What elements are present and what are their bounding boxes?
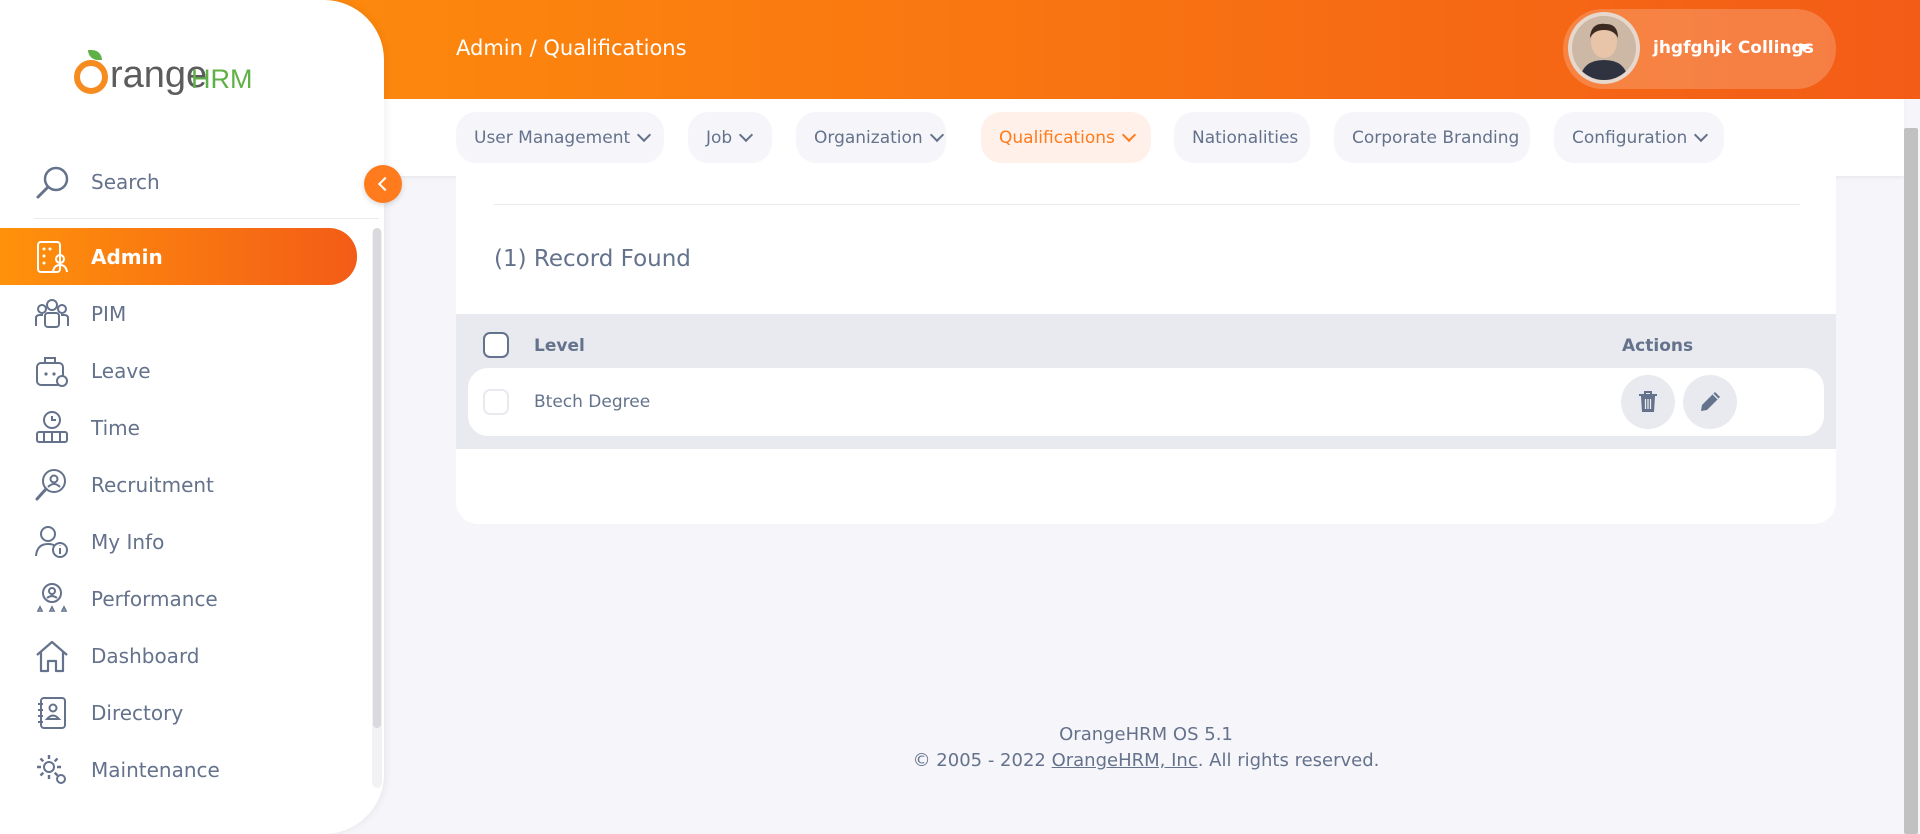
sidebar-item-label: Directory	[91, 700, 184, 725]
admin-icon	[37, 240, 68, 273]
orangehrm-link[interactable]: OrangeHRM, Inc	[1052, 750, 1198, 771]
column-header-level: Level	[534, 336, 585, 356]
copyright-prefix: © 2005 - 2022	[912, 750, 1052, 771]
breadcrumb: Admin / Qualifications	[456, 36, 687, 60]
chevron-down-icon	[739, 127, 754, 143]
sidebar-item-performance[interactable]: Performance	[0, 570, 357, 627]
footer-version: OrangeHRM OS 5.1	[1059, 724, 1233, 745]
tab-label: Organization	[814, 127, 923, 148]
caret-down-icon[interactable]	[1797, 44, 1811, 52]
sidebar-search-input[interactable]: Search	[91, 170, 160, 194]
sidebar-item-label: Time	[91, 415, 140, 440]
search-icon[interactable]	[34, 164, 72, 202]
tab-configuration[interactable]: Configuration	[1554, 112, 1724, 163]
sidebar-item-admin[interactable]: Admin	[0, 228, 357, 285]
cell-level: Btech Degree	[534, 392, 651, 412]
recruitment-icon	[35, 468, 66, 500]
sidebar-scrollbar-thumb[interactable]	[373, 228, 381, 728]
performance-icon	[36, 582, 68, 612]
page-scrollbar[interactable]	[1904, 128, 1918, 834]
tab-user-management[interactable]: User Management	[456, 112, 664, 163]
tab-corporate-branding[interactable]: Corporate Branding	[1334, 112, 1530, 163]
sidebar-item-pim[interactable]: PIM	[0, 285, 357, 342]
sidebar-item-label: Recruitment	[91, 472, 214, 497]
logo-text-hrm: HRM	[191, 64, 253, 94]
records-found: (1) Record Found	[494, 246, 691, 272]
tab-label: Qualifications	[999, 127, 1115, 148]
divider	[34, 218, 379, 219]
pencil-icon	[1701, 392, 1720, 411]
tab-label: Configuration	[1572, 127, 1688, 148]
myinfo-icon	[35, 525, 68, 558]
avatar[interactable]	[1568, 12, 1640, 84]
tab-nationalities[interactable]: Nationalities	[1174, 112, 1310, 163]
collapse-sidebar-button[interactable]	[364, 165, 402, 203]
tab-label: Nationalities	[1192, 127, 1299, 148]
avatar-image-icon	[1572, 16, 1636, 80]
sidebar-item-label: My Info	[91, 529, 165, 554]
tab-organization[interactable]: Organization	[796, 112, 946, 163]
chevron-down-icon	[1694, 127, 1709, 143]
chevron-down-icon	[1121, 127, 1136, 143]
trash-icon	[1639, 391, 1657, 412]
chevron-down-icon	[637, 127, 652, 143]
time-icon	[36, 410, 68, 443]
tab-job[interactable]: Job	[688, 112, 772, 163]
sidebar-item-label: Dashboard	[91, 643, 200, 668]
sidebar-item-leave[interactable]: Leave	[0, 342, 357, 399]
tab-label: User Management	[474, 127, 631, 148]
sidebar-item-time[interactable]: Time	[0, 399, 357, 456]
sidebar-item-my-info[interactable]: My Info	[0, 513, 357, 570]
divider	[494, 204, 1800, 205]
pim-icon	[35, 298, 69, 328]
logo-orange-icon	[74, 60, 108, 94]
edit-button[interactable]	[1683, 375, 1737, 429]
copyright-suffix: . All rights reserved.	[1197, 750, 1380, 771]
chevron-down-icon	[929, 127, 944, 143]
sidebar-item-label: PIM	[91, 301, 127, 326]
footer-copyright: © 2005 - 2022 OrangeHRM, Inc. All rights…	[0, 750, 1920, 771]
delete-button[interactable]	[1621, 375, 1675, 429]
tab-label: Corporate Branding	[1352, 127, 1520, 148]
sidebar-item-label: Leave	[91, 358, 151, 383]
tab-label: Job	[706, 127, 733, 148]
row-checkbox[interactable]	[483, 389, 509, 415]
sidebar-item-dashboard[interactable]: Dashboard	[0, 627, 357, 684]
user-name[interactable]: jhgfghjk Collings	[1653, 38, 1814, 58]
column-header-actions: Actions	[1622, 336, 1694, 356]
sidebar-item-label: Performance	[91, 586, 218, 611]
leave-icon	[36, 356, 68, 387]
sidebar-item-recruitment[interactable]: Recruitment	[0, 456, 357, 513]
tab-qualifications[interactable]: Qualifications	[981, 112, 1151, 163]
sidebar-item-label: Admin	[91, 244, 163, 269]
dashboard-icon	[36, 640, 68, 672]
select-all-checkbox[interactable]	[483, 332, 509, 358]
